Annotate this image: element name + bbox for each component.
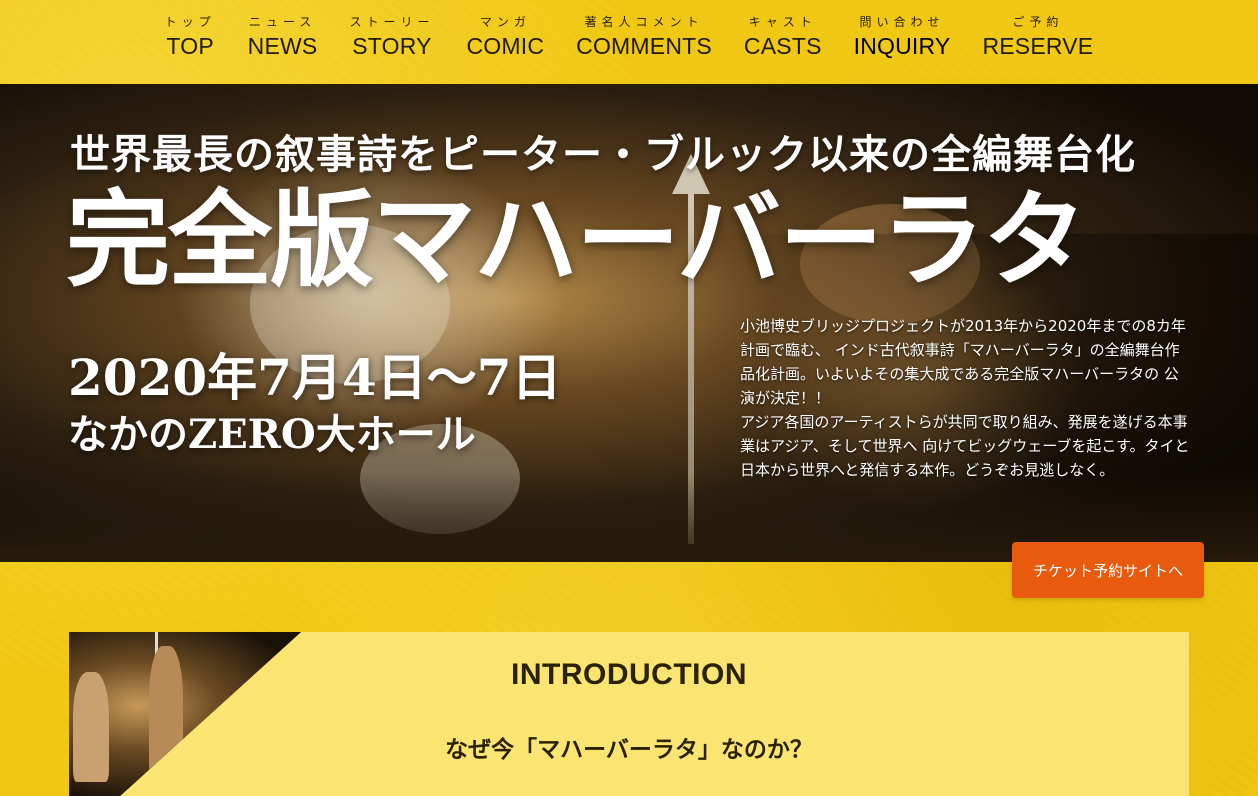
intro-photo (69, 632, 301, 796)
nav-label: TOP (166, 33, 214, 59)
main-nav: トップ TOP ニュース NEWS ストーリー STORY マンガ COMIC … (0, 0, 1258, 84)
section-heading: なぜ今「マハーバーラタ」なのか？ (445, 737, 813, 763)
nav-label: COMIC (466, 33, 545, 59)
nav-kana: トップ (164, 15, 216, 29)
hero-description: 小池博史ブリッジプロジェクトが2013年から2020年までの8カ年計画で臨む、 … (740, 314, 1190, 482)
nav-label: RESERVE (982, 33, 1094, 59)
event-venue: なかのZERO大ホール (68, 411, 476, 458)
nav-item-top[interactable]: トップ TOP (149, 0, 232, 60)
ticket-reservation-button[interactable]: チケット予約サイトへ (1012, 542, 1204, 598)
description-paragraph: 小池博史ブリッジプロジェクトが2013年から2020年までの8カ年計画で臨む、 … (740, 317, 1186, 407)
nav-label: NEWS (247, 33, 318, 59)
nav-label: STORY (352, 33, 432, 59)
description-paragraph: アジア各国のアーティストらが共同で取り組み、発展を遂げる本事業はアジア、そして世… (740, 413, 1190, 479)
nav-kana: ニュース (248, 15, 317, 29)
section-title: INTRODUCTION (511, 658, 747, 691)
nav-kana: キャスト (748, 15, 817, 29)
nav-kana: ご予約 (1012, 15, 1064, 29)
nav-label: INQUIRY (853, 33, 951, 59)
nav-item-comments[interactable]: 著名人コメント COMMENTS (560, 0, 728, 60)
nav-kana: 問い合わせ (859, 15, 945, 29)
nav-kana: ストーリー (349, 15, 435, 29)
nav-kana: マンガ (479, 15, 531, 29)
introduction-section: INTRODUCTION なぜ今「マハーバーラタ」なのか？ (69, 632, 1189, 796)
event-date: 2020年7月4日～7日 (68, 348, 562, 407)
nav-item-story[interactable]: ストーリー STORY (333, 0, 450, 60)
nav-item-inquiry[interactable]: 問い合わせ INQUIRY (838, 0, 967, 60)
nav-item-casts[interactable]: キャスト CASTS (728, 0, 838, 60)
hero-subtitle: 世界最長の叙事詩をピーター・ブルック以来の全編舞台化 (70, 131, 1136, 178)
nav-item-comic[interactable]: マンガ COMIC (450, 0, 560, 60)
nav-label: COMMENTS (576, 33, 712, 59)
nav-item-reserve[interactable]: ご予約 RESERVE (966, 0, 1109, 60)
nav-label: CASTS (743, 33, 822, 59)
hero-banner: 世界最長の叙事詩をピーター・ブルック以来の全編舞台化 完全版マハーバーラタ 20… (0, 84, 1258, 562)
nav-item-news[interactable]: ニュース NEWS (232, 0, 334, 60)
nav-kana: 著名人コメント (584, 15, 704, 29)
hero-title: 完全版マハーバーラタ (66, 178, 1087, 301)
